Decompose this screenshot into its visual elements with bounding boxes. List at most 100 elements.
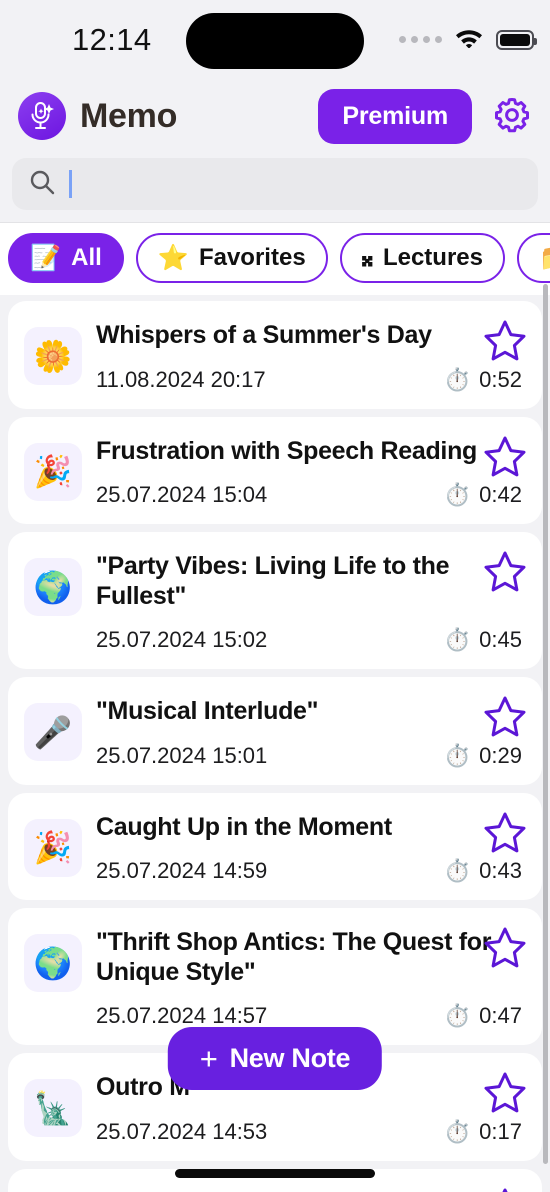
settings-button[interactable] <box>490 93 534 140</box>
cellular-dots-icon <box>399 36 442 43</box>
note-duration: ⏱️ 0:47 <box>444 1003 522 1029</box>
note-title: "Thrift Shop Antics: The Quest for Uniqu… <box>96 928 492 986</box>
favorite-star-button[interactable] <box>482 435 528 479</box>
filter-chips[interactable]: 📝 All ⭐ Favorites 𝄪 Lectures 📁 Meetings <box>0 222 550 295</box>
search-input[interactable] <box>12 158 538 210</box>
plus-icon: + <box>199 1041 218 1076</box>
star-emoji-icon: ⭐ <box>157 243 189 272</box>
note-duration-value: 0:45 <box>479 627 522 652</box>
note-duration-value: 0:52 <box>479 366 522 392</box>
premium-button[interactable]: Premium <box>318 88 472 144</box>
new-note-label: New Note <box>229 1043 351 1073</box>
note-date: 25.07.2024 15:04 <box>96 482 268 507</box>
note-content: Whispers of a Summer's Day 11.08.2024 20:… <box>96 315 526 393</box>
double-sharp-icon: 𝄪 <box>361 243 373 272</box>
blossom-icon: 🌼 <box>24 327 82 385</box>
note-content: "Thrift Shop Antics: The Quest for Uniqu… <box>96 922 526 1029</box>
note-duration-value: 0:47 <box>479 1003 522 1028</box>
note-date: 25.07.2024 15:02 <box>96 627 268 652</box>
dynamic-island <box>186 13 364 69</box>
new-note-button[interactable]: + New Note <box>167 1027 383 1090</box>
note-content: Completion and Reflection <box>96 1183 526 1192</box>
favorite-star-button[interactable] <box>482 319 528 363</box>
note-date: 25.07.2024 14:53 <box>96 1118 268 1144</box>
page-title: Memo <box>80 96 178 135</box>
note-meta: 25.07.2024 14:57 ⏱️ 0:47 <box>96 1003 522 1029</box>
star-outline-icon <box>482 696 528 742</box>
note-duration: ⏱️ 0:45 <box>444 627 522 653</box>
filter-chip-label: Favorites <box>198 244 306 271</box>
star-outline-icon <box>482 320 528 366</box>
status-indicators <box>399 26 537 53</box>
filter-chip-lectures[interactable]: 𝄪 Lectures <box>339 233 505 283</box>
filter-chip-label: All <box>71 244 102 271</box>
globe-icon: 🌍 <box>24 558 82 616</box>
home-indicator <box>175 1169 375 1178</box>
note-duration-value: 0:17 <box>479 1118 522 1144</box>
note-list-item[interactable]: 🎉 Frustration with Speech Reading 25.07.20… <box>8 416 542 524</box>
note-date: 11.08.2024 20:17 <box>96 366 266 392</box>
note-meta: 25.07.2024 15:04 ⏱️ 0:42 <box>96 482 522 508</box>
note-duration: ⏱️ 0:42 <box>444 482 522 508</box>
note-list-item[interactable]: 🌍 "Thrift Shop Antics: The Quest for Uniq… <box>8 908 542 1045</box>
note-date: 25.07.2024 15:01 <box>96 742 268 768</box>
note-duration-value: 0:43 <box>479 858 522 883</box>
app-header: Memo Premium <box>0 80 550 152</box>
stopwatch-icon: ⏱️ <box>443 627 472 652</box>
note-title: "Musical Interlude" <box>96 697 319 725</box>
note-list-item[interactable]: 🌍 "Party Vibes: Living Life to the Fulles… <box>8 532 542 669</box>
favorite-star-button[interactable] <box>482 1187 528 1192</box>
note-date: 25.07.2024 14:59 <box>96 858 268 883</box>
note-meta: 25.07.2024 14:59 ⏱️ 0:43 <box>96 858 522 884</box>
note-duration: ⏱️ 0:43 <box>444 858 522 884</box>
note-duration-value: 0:29 <box>479 742 522 768</box>
stopwatch-icon: ⏱️ <box>443 1003 472 1028</box>
star-outline-icon <box>482 1072 528 1118</box>
filter-chip-favorites[interactable]: ⭐ Favorites <box>135 233 328 283</box>
gear-icon <box>490 93 534 140</box>
note-title: Completion and Reflection <box>96 1189 522 1192</box>
party-popper-icon: 🎉 <box>24 818 82 877</box>
stopwatch-icon: ⏱️ <box>443 482 472 507</box>
note-duration: ⏱️ 0:17 <box>444 1119 522 1145</box>
globe-icon: 🌍 <box>24 934 82 992</box>
note-list-item[interactable]: 🌼 Whispers of a Summer's Day 11.08.2024 20… <box>8 301 542 409</box>
note-meta: 25.07.2024 15:02 ⏱️ 0:45 <box>96 627 522 653</box>
favorite-star-button[interactable] <box>482 695 528 739</box>
note-content: "Party Vibes: Living Life to the Fullest… <box>96 546 526 653</box>
memo-icon: 📝 <box>30 243 62 272</box>
status-bar: 12:14 <box>0 0 550 80</box>
microphone-sparkle-logo-icon <box>18 92 66 140</box>
favorite-star-button[interactable] <box>482 1071 528 1115</box>
favorite-star-button[interactable] <box>482 926 528 970</box>
filter-chip-label: Lectures <box>382 244 483 271</box>
note-list-item[interactable]: 🎤 "Musical Interlude" 25.07.2024 15:01 ⏱️ 0:… <box>8 677 542 785</box>
note-duration-value: 0:42 <box>479 482 522 507</box>
status-time: 12:14 <box>72 22 152 57</box>
stopwatch-icon: ⏱️ <box>443 858 472 883</box>
favorite-star-button[interactable] <box>482 811 528 855</box>
note-content: Caught Up in the Moment 25.07.2024 14:59 ⏱… <box>96 807 526 885</box>
note-list-item[interactable]: 🎉 Caught Up in the Moment 25.07.2024 14:59… <box>8 792 542 900</box>
note-meta: 25.07.2024 14:53 ⏱️ 0:17 <box>96 1119 522 1145</box>
app-screen: 12:14 Memo Premium 📝 All ⭐ Favorites 𝄪 L… <box>0 0 550 1192</box>
note-meta: 25.07.2024 15:01 ⏱️ 0:29 <box>96 743 522 769</box>
star-outline-icon <box>482 927 528 973</box>
star-outline-icon <box>482 551 528 597</box>
note-title: Frustration with Speech Reading <box>96 436 478 465</box>
filter-chip-all[interactable]: 📝 All <box>8 233 124 283</box>
note-content: "Musical Interlude" 25.07.2024 15:01 ⏱️ 0:2… <box>96 691 526 769</box>
text-cursor <box>69 170 72 198</box>
party-popper-icon: 🎉 <box>24 442 82 501</box>
search-icon <box>28 168 56 201</box>
note-title: "Party Vibes: Living Life to the Fullest… <box>96 552 450 610</box>
battery-full-icon <box>496 29 537 50</box>
stopwatch-icon: ⏱️ <box>443 742 472 768</box>
microphone-icon: 🎤 <box>24 703 82 761</box>
favorite-star-button[interactable] <box>482 550 528 594</box>
stopwatch-icon: ⏱️ <box>443 1118 472 1144</box>
note-content: Frustration with Speech Reading 25.07.202… <box>96 431 526 509</box>
filter-chip-meetings[interactable]: 📁 Meetings <box>516 233 550 283</box>
note-title: Whispers of a Summer's Day <box>96 321 432 349</box>
vertical-scrollbar[interactable] <box>543 284 548 1164</box>
